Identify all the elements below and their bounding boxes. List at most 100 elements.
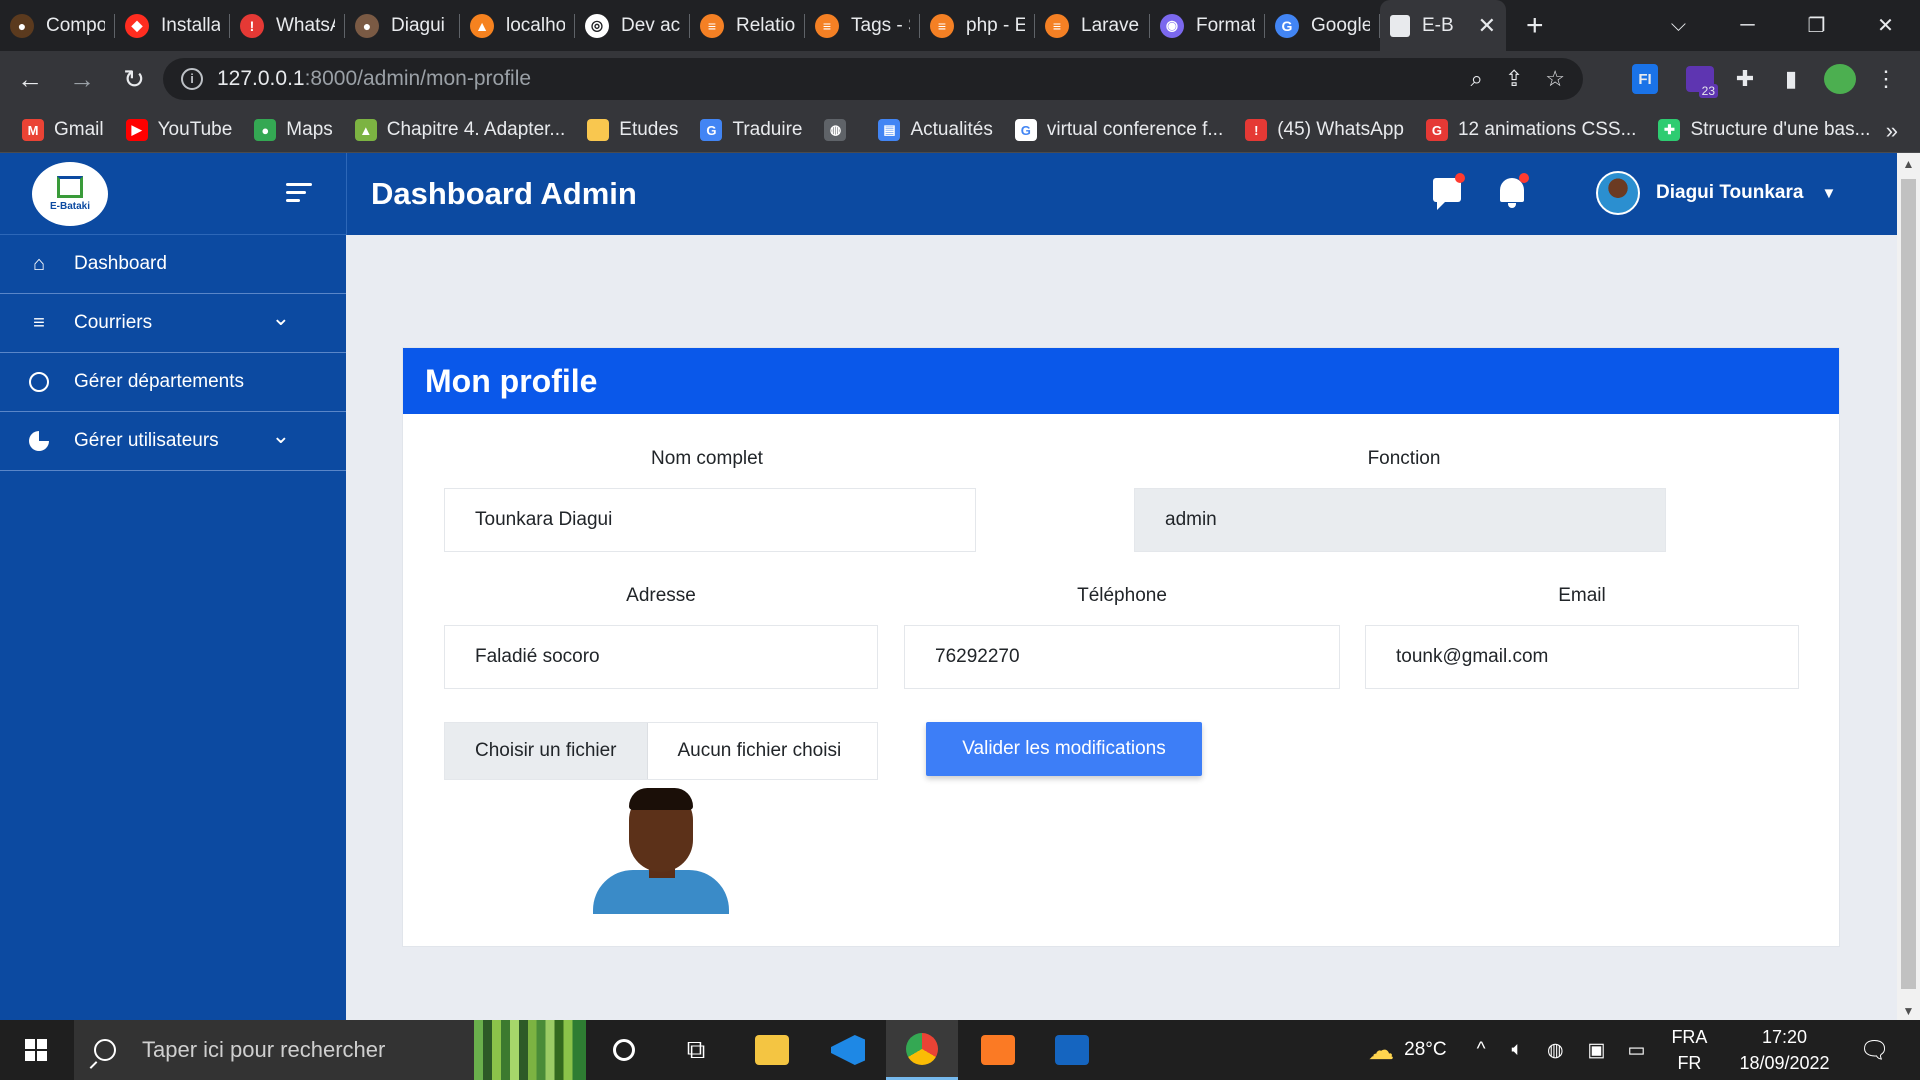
user-menu[interactable]: Diagui Tounkara ▼ [1596,171,1836,215]
chrome-icon[interactable] [886,1020,958,1080]
menu-toggle-icon[interactable] [286,183,312,207]
scroll-down-icon[interactable]: ▼ [1897,1004,1920,1018]
url-input[interactable]: i 127.0.0.1:8000/admin/mon-profile ⌕ ⇪ ☆ [163,58,1583,100]
bookmark-icon: G [700,119,723,141]
header-actions [1433,173,1529,210]
bookmark-item[interactable]: Gvirtual conference f... [1014,119,1223,141]
start-button[interactable] [0,1020,72,1080]
taskbar-search[interactable]: Taper ici pour rechercher [74,1020,586,1080]
browser-tab[interactable]: ≡ Laravel [1035,0,1150,51]
bookmark-item[interactable]: ◍ [824,119,856,141]
clock[interactable]: 17:20 18/09/2022 [1739,1024,1829,1076]
bookmark-item[interactable]: ▲ Chapitre 4. Adapter... [354,119,565,141]
browser-tab[interactable]: ≡ Relatio [690,0,805,51]
browser-tab[interactable]: ● Compo [0,0,115,51]
tray-overflow-icon[interactable]: ^ [1477,1039,1486,1061]
extensions-puzzle-icon[interactable]: ✚ [1730,64,1760,94]
bell-icon[interactable] [1497,173,1529,208]
sidebar-item-4[interactable]: Gérer utilisateurs ⌄ [0,412,346,471]
page-scrollbar[interactable]: ▲ ▼ [1897,153,1920,1020]
logo-text: E-Bataki [49,200,90,212]
bookmark-star-icon[interactable]: ☆ [1545,66,1565,92]
fullname-field[interactable]: Tounkara Diagui [444,488,976,552]
share-icon[interactable]: ⇪ [1505,66,1523,92]
network-icon[interactable]: ◍ [1547,1039,1564,1062]
chevron-down-icon: ⌄ [271,423,290,448]
scroll-thumb[interactable] [1901,179,1916,989]
browser-tab[interactable]: G Google [1265,0,1380,51]
bookmark-item[interactable]: ▤ Actualités [878,119,993,141]
side-panel-icon[interactable]: ▮ [1776,64,1806,94]
site-info-icon[interactable]: i [181,68,203,90]
restore-button[interactable]: ❐ [1782,13,1851,38]
window-controls: ⌵ ─ ❐ ✕ [1644,0,1920,51]
save-button[interactable]: Valider les modifications [926,722,1202,776]
email-field[interactable]: tounk@gmail.com [1365,625,1799,689]
profile-avatar-icon[interactable] [1824,64,1856,94]
browser-tab[interactable]: ▲ localho [460,0,575,51]
tab-strip: ● Compo ◆ Installa! WhatsA ● Diagui ▲ localho ◎ De… [0,0,1920,51]
task-view-icon[interactable]: ⧉ [660,1020,732,1080]
sidebar-item-2[interactable]: ≡ Courriers ⌄ [0,294,346,353]
weather-icon[interactable]: ☁ [1368,1035,1394,1066]
minimize-button[interactable]: ─ [1713,14,1782,37]
weather-temp[interactable]: 28°C [1404,1039,1446,1061]
sidebar-item-label: Courriers [74,312,153,333]
tab-favicon-icon: ≡ [700,13,724,38]
bookmark-item[interactable]: G 12 animations CSS... [1425,119,1636,141]
tab-title: Laravel [1081,14,1140,36]
zoom-icon[interactable]: ⌕ [1471,66,1483,92]
bookmark-item[interactable]: ▶ YouTube [125,119,233,141]
meet-icon[interactable]: ▣ [1588,1039,1606,1062]
file-explorer-icon[interactable] [736,1020,808,1080]
xampp-icon[interactable] [962,1020,1034,1080]
extension-fi-icon[interactable]: FI [1632,64,1658,94]
browser-menu-icon[interactable]: ⋮ [1874,64,1898,94]
bookmark-item[interactable]: ● Maps [254,119,333,141]
sidebar-item-1[interactable]: ⌂ Dashboard [0,235,346,294]
bookmark-item[interactable]: M Gmail [22,119,104,141]
tab-title: localho [506,14,565,36]
bookmark-item[interactable]: ✚ Structure d'une bas... [1658,119,1870,141]
bookmark-item[interactable]: G Traduire [700,119,802,141]
browser-tab[interactable]: ≡ php - E [920,0,1035,51]
sidebar-item-label: Dashboard [74,253,167,274]
bookmark-item[interactable]: ! (45) WhatsApp [1245,119,1404,141]
photo-file-input[interactable]: Choisir un fichier Aucun fichier choisi [444,722,878,780]
phone-field[interactable]: 76292270 [904,625,1340,689]
messages-icon[interactable] [1433,173,1465,210]
media-player-icon[interactable] [1036,1020,1108,1080]
notifications-center-icon[interactable]: 🗨︎ [1860,1036,1890,1065]
scroll-up-icon[interactable]: ▲ [1897,157,1920,171]
bookmark-label: YouTube [157,119,233,140]
close-window-button[interactable]: ✕ [1851,13,1920,38]
volume-icon[interactable]: 🔈︎ [1512,1039,1523,1061]
browser-tab[interactable]: ! WhatsA [230,0,345,51]
tab-active[interactable]: E-B ✕ [1380,0,1506,51]
battery-icon[interactable]: ▭ [1627,1039,1645,1062]
browser-tab[interactable]: ◎ Dev ac [575,0,690,51]
browser-tab[interactable]: ◆ Installa [115,0,230,51]
browser-tab[interactable]: ≡ Tags - S [805,0,920,51]
address-field[interactable]: Faladié socoro [444,625,878,689]
tab-favicon-icon: ≡ [815,13,839,38]
circle-icon [28,371,50,393]
choose-file-button[interactable]: Choisir un fichier [445,723,648,779]
forward-icon[interactable]: → [60,64,104,95]
browser-tab[interactable]: ◉ Format [1150,0,1265,51]
back-icon[interactable]: ← [8,64,52,95]
address-label: Adresse [626,585,696,606]
app-logo[interactable]: E-Bataki [32,161,108,226]
sidebar-item-3[interactable]: Gérer départements [0,353,346,412]
language-indicator[interactable]: FRA FR [1671,1024,1707,1076]
close-tab-icon[interactable]: ✕ [1478,13,1496,39]
bookmarks-overflow-icon[interactable]: » [1886,118,1898,144]
new-tab-button[interactable]: + [1526,9,1544,43]
reload-icon[interactable]: ↻ [112,64,156,95]
extension-calendar-icon[interactable]: 23 [1684,64,1718,98]
cortana-icon[interactable] [588,1020,660,1080]
bookmark-item[interactable]: Etudes [587,119,678,141]
vscode-icon[interactable] [812,1020,884,1080]
tab-search-icon[interactable]: ⌵ [1644,14,1713,37]
browser-tab[interactable]: ● Diagui [345,0,460,51]
